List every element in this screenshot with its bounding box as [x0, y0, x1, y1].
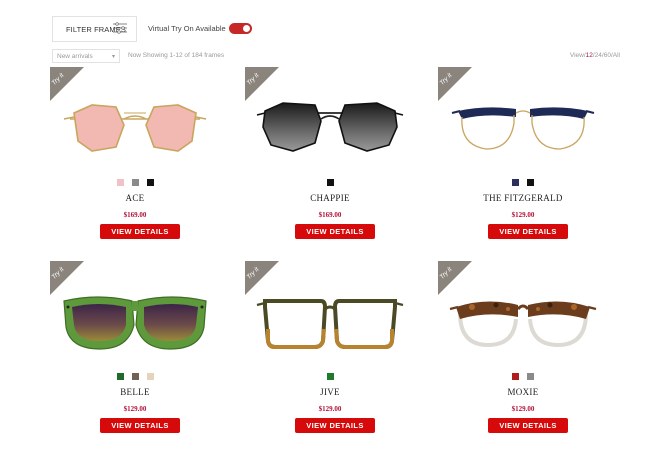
color-swatch[interactable] [116, 373, 124, 380]
color-swatch[interactable] [131, 373, 139, 380]
view-option-12[interactable]: 12 [586, 52, 593, 59]
glasses-image [256, 299, 404, 349]
product-price: $129.00 [318, 405, 342, 413]
product-price: $169.00 [123, 211, 147, 219]
product-card[interactable]: Try it BELLE $129.00 VIEW DETAILS [50, 261, 220, 436]
virtual-try-on-label: Virtual Try On Available [148, 24, 226, 33]
color-swatches [438, 373, 608, 380]
color-swatch[interactable] [326, 373, 334, 380]
color-swatch[interactable] [116, 179, 124, 186]
product-name[interactable]: BELLE [50, 387, 220, 397]
color-swatches [50, 373, 220, 380]
glasses-image [256, 102, 404, 152]
chevron-down-icon: ▾ [111, 54, 115, 60]
color-swatch[interactable] [527, 373, 534, 380]
view-details-button[interactable]: VIEW DETAILS [295, 224, 375, 239]
glasses-image [63, 296, 207, 350]
color-swatch[interactable] [326, 179, 334, 186]
product-card[interactable]: Try it ACE $169.00 VIEW DETAILS [50, 67, 220, 242]
view-option-24[interactable]: /24 [593, 52, 602, 59]
product-price: $169.00 [318, 211, 342, 219]
product-name[interactable]: ACE [50, 193, 220, 203]
color-swatch[interactable] [512, 373, 519, 380]
product-card[interactable]: Try it THE FITZGERALD $129.00 VIEW DETAI… [438, 67, 608, 242]
color-swatches [245, 179, 415, 186]
sort-select[interactable]: New arrivals ▾ [52, 49, 120, 63]
view-details-button[interactable]: VIEW DETAILS [488, 418, 568, 433]
color-swatches [245, 373, 415, 380]
results-count: Now Showing 1-12 of 184 frames [128, 52, 225, 59]
glasses-image [63, 104, 207, 152]
color-swatches [438, 179, 608, 186]
product-card[interactable]: Try it MOXIE $129.00 VIEW DETAILS [438, 261, 608, 436]
product-card[interactable]: Try it JIVE $129.00 VIEW DETAILS [245, 261, 415, 436]
glasses-image [451, 107, 595, 150]
color-swatch[interactable] [527, 179, 534, 186]
product-price: $129.00 [123, 405, 147, 413]
view-details-button[interactable]: VIEW DETAILS [100, 418, 180, 433]
view-option-60[interactable]: /60 [602, 52, 611, 59]
toggle-knob [243, 25, 250, 32]
view-per-page: View/12/24/60/All [570, 52, 620, 59]
product-name[interactable]: MOXIE [438, 387, 608, 397]
glasses-image [449, 301, 597, 348]
color-swatch[interactable] [146, 179, 154, 186]
view-details-button[interactable]: VIEW DETAILS [295, 418, 375, 433]
view-option-all[interactable]: /All [611, 52, 620, 59]
color-swatch[interactable] [512, 179, 519, 186]
product-price: $129.00 [511, 211, 535, 219]
view-details-button[interactable]: VIEW DETAILS [100, 224, 180, 239]
view-details-button[interactable]: VIEW DETAILS [488, 224, 568, 239]
color-swatch[interactable] [131, 179, 139, 186]
product-name[interactable]: CHAPPIE [245, 193, 415, 203]
sort-value: New arrivals [57, 53, 93, 60]
product-name[interactable]: THE FITZGERALD [438, 193, 608, 203]
product-price: $129.00 [511, 405, 535, 413]
sliders-icon [113, 22, 127, 34]
product-name[interactable]: JIVE [245, 387, 415, 397]
product-card[interactable]: Try it CHAPPIE $169.00 VIEW DETAILS [245, 67, 415, 242]
view-prefix: View/ [569, 52, 586, 59]
virtual-try-on-toggle[interactable] [229, 23, 252, 34]
color-swatches [50, 179, 220, 186]
color-swatch[interactable] [146, 373, 154, 380]
